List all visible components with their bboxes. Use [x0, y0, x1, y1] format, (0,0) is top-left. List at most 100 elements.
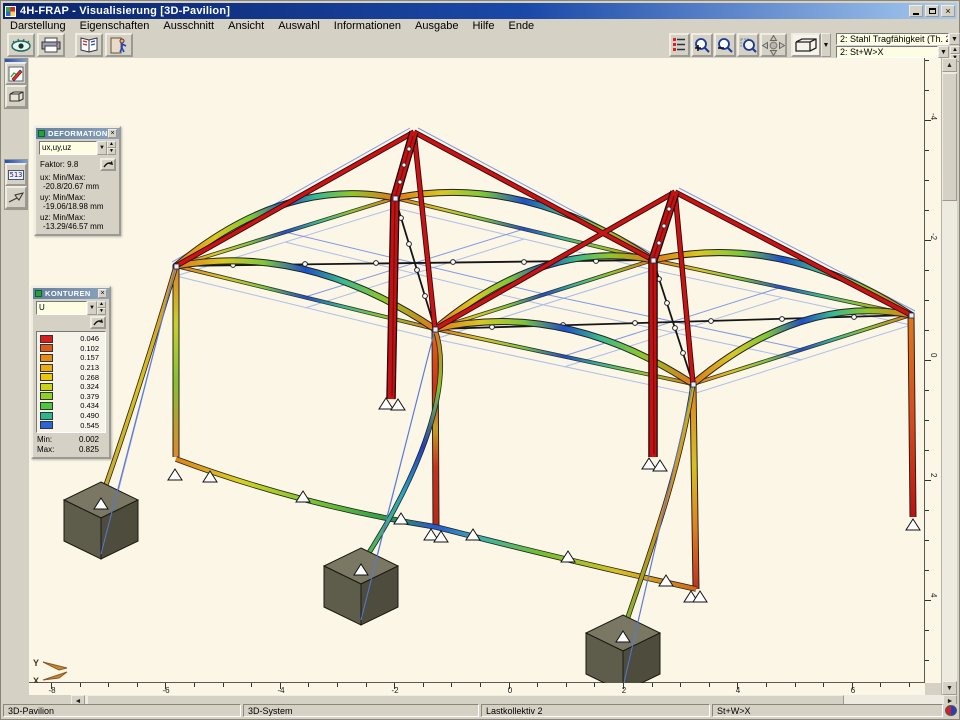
axis-indicator: Y X — [33, 658, 67, 683]
eye-icon — [10, 37, 32, 53]
legend-row: 0.324 — [40, 382, 103, 392]
konturen-panel[interactable]: KONTUREN × U ▼ ▲▼ 0.0460.1020.1570.2130.… — [31, 286, 111, 459]
apply-konturen-button[interactable] — [90, 316, 106, 329]
zoom-out-button[interactable] — [714, 33, 736, 57]
panel-icon — [38, 130, 45, 137]
status-field: 3D-Pavilion — [3, 704, 241, 717]
y-ruler-label: -2 — [929, 233, 938, 240]
deformation-stat: uy: Min/Max:-19.06/18.98 mm — [40, 193, 119, 211]
ruler-tick — [925, 60, 929, 61]
legend-color-chip — [40, 412, 53, 420]
menu-item-ansicht[interactable]: Ansicht — [221, 20, 271, 32]
deformation-panel-titlebar[interactable]: DEFORMATION × — [36, 128, 119, 139]
menu-item-eigenschaften[interactable]: Eigenschaften — [73, 20, 157, 32]
close-button[interactable]: × — [941, 5, 955, 17]
ruler-tick — [925, 300, 929, 301]
minimize-button[interactable] — [909, 5, 923, 17]
application-window: 4H-FRAP - Visualisierung [3D-Pavilion] ×… — [0, 0, 960, 720]
ruler-tick — [925, 90, 929, 91]
menu-item-ausgabe[interactable]: Ausgabe — [408, 20, 465, 32]
pan-control[interactable] — [760, 33, 787, 57]
roof-grid-lines — [101, 128, 915, 683]
deformation-spinner[interactable]: ▲▼ — [107, 141, 116, 155]
x-ruler-label: 6 — [846, 686, 860, 695]
view-settings-button[interactable] — [7, 33, 35, 57]
panel-icon — [35, 290, 42, 297]
left-toolbar-group-info: 513 — [4, 159, 28, 210]
ruler-tick — [594, 683, 595, 687]
menu-item-ende[interactable]: Ende — [501, 20, 541, 32]
x-ruler-label: 4 — [731, 686, 745, 695]
result-combo[interactable]: 2: Stahl Tragfähigkeit (Th. 2. O — [836, 33, 949, 45]
status-bar: 3D-Pavilion3D-SystemLastkollektiv 2St+W>… — [3, 704, 957, 717]
x-ruler-label: 2 — [617, 686, 631, 695]
spinner-up-icon[interactable]: ▲ — [950, 46, 960, 54]
ruler-tick — [137, 683, 138, 687]
status-field: Lastkollektiv 2 — [481, 704, 710, 717]
ruler-tick — [709, 683, 710, 687]
y-ruler-label: 4 — [929, 593, 938, 597]
legend-color-chip — [40, 354, 53, 362]
scroll-up-icon[interactable]: ▲ — [942, 58, 957, 72]
dropdown-arrow-icon[interactable]: ▼ — [87, 301, 97, 315]
konturen-spinner[interactable]: ▲▼ — [97, 301, 106, 315]
legend-color-chip — [40, 335, 53, 343]
loadcase-spinner[interactable]: ▲ ▼ — [950, 46, 960, 58]
deformation-panel[interactable]: DEFORMATION × ux,uy,uz ▼ ▲▼ Faktor: 9.8 … — [34, 126, 121, 236]
x-ruler-label: -4 — [274, 686, 288, 695]
deformation-stat: uz: Min/Max:-13.29/46.57 mm — [40, 213, 119, 231]
loadcase-combo-value: 2: St+W>X — [840, 47, 884, 57]
dropdown-arrow-icon[interactable]: ▼ — [97, 141, 107, 155]
x-ruler-label: 0 — [503, 686, 517, 695]
cube — [324, 548, 398, 625]
exit-button[interactable] — [105, 33, 133, 57]
legend-row: 0.490 — [40, 411, 103, 421]
deformation-component-combo[interactable]: ux,uy,uz — [39, 141, 97, 155]
ruler-tick — [925, 510, 929, 511]
konturen-panel-titlebar[interactable]: KONTUREN × — [33, 288, 109, 299]
tree-view-button[interactable] — [669, 33, 690, 57]
maximize-button[interactable] — [925, 5, 939, 17]
pan-arrows-icon — [762, 35, 785, 56]
close-icon[interactable]: × — [98, 289, 107, 298]
y-ruler-label: 2 — [929, 473, 938, 477]
structure-visualization: Y X — [29, 58, 925, 683]
render-mode-button[interactable] — [5, 85, 27, 108]
ruler-tick — [925, 210, 929, 211]
deformation-stat: ux: Min/Max:-20.8/20.67 mm — [40, 173, 119, 191]
scroll-down-icon[interactable]: ▼ — [942, 681, 957, 695]
fly-arrow-icon — [8, 191, 24, 204]
element-number-button[interactable]: 513 — [5, 163, 27, 186]
ruler-tick — [337, 683, 338, 687]
legend-color-chip — [40, 364, 53, 372]
manual-button[interactable] — [75, 33, 103, 57]
legend-max-value: 0.825 — [79, 445, 105, 454]
vscroll-thumb[interactable] — [942, 73, 957, 201]
zoom-window-button[interactable] — [737, 33, 759, 57]
menu-item-darstellung[interactable]: Darstellung — [3, 20, 73, 32]
menu-item-hilfe[interactable]: Hilfe — [465, 20, 501, 32]
menu-item-ausschnitt[interactable]: Ausschnitt — [156, 20, 221, 32]
print-button[interactable] — [37, 33, 65, 57]
ruler-tick — [925, 660, 929, 661]
visualization-viewport[interactable]: Y X — [29, 58, 925, 683]
view-3d-dropdown-arrow[interactable]: ▼ — [821, 33, 831, 57]
undeformed-grid-offset — [176, 208, 911, 394]
menu-item-informationen[interactable]: Informationen — [327, 20, 408, 32]
loadcase-combo[interactable]: 2: St+W>X — [836, 46, 938, 58]
loadcase-combo-arrow[interactable]: ▼ — [938, 46, 949, 58]
vertical-scrollbar[interactable]: ▲ ▼ — [941, 58, 957, 695]
view-3d-button[interactable] — [791, 33, 821, 57]
zoom-in-button[interactable] — [691, 33, 713, 57]
result-combo-arrow[interactable]: ▼ — [949, 33, 960, 45]
exit-door-icon — [110, 37, 128, 54]
konturen-combo[interactable]: U — [36, 301, 87, 315]
close-icon[interactable]: × — [108, 129, 117, 138]
x-ruler-label: -8 — [45, 686, 59, 695]
apply-deformation-button[interactable] — [100, 158, 116, 171]
title-bar[interactable]: 4H-FRAP - Visualisierung [3D-Pavilion] × — [3, 3, 957, 19]
edit-result-button[interactable] — [5, 62, 27, 85]
fly-mode-button[interactable] — [5, 186, 27, 209]
vertical-ruler: -4-2024 — [925, 58, 941, 683]
menu-item-auswahl[interactable]: Auswahl — [271, 20, 327, 32]
